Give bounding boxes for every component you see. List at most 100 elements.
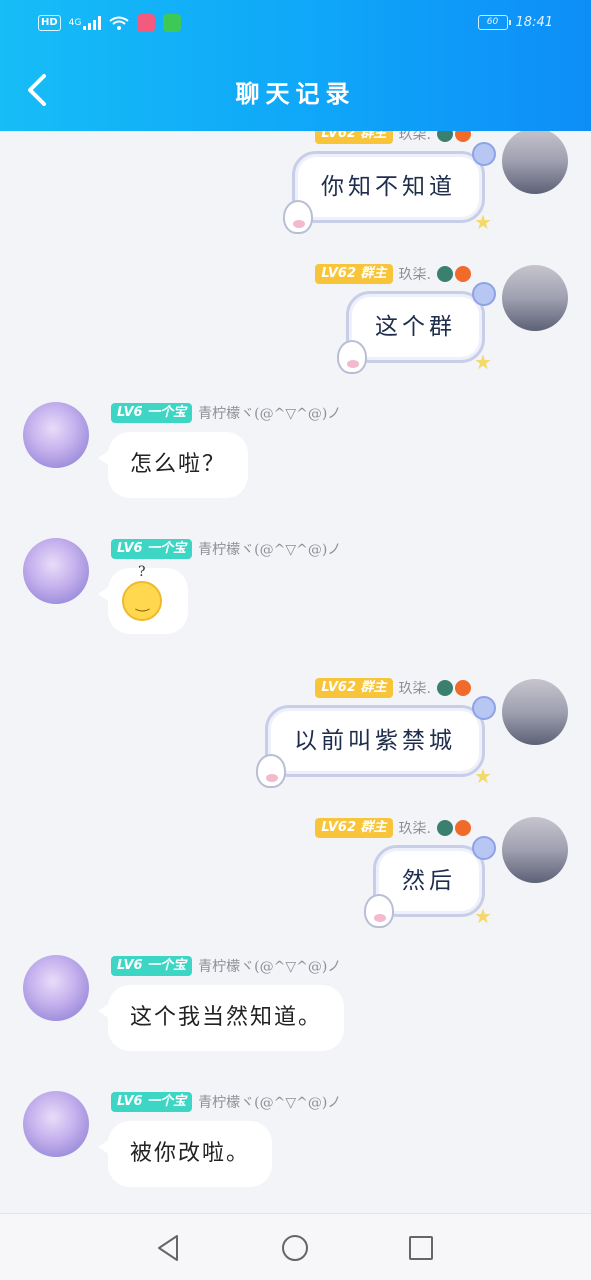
role-text: 群主 bbox=[360, 680, 387, 695]
role-text: 一个宝 bbox=[147, 958, 187, 973]
signal-icon bbox=[83, 16, 102, 30]
app-header: HD 4G 60 18:41 聊天记录 bbox=[0, 0, 591, 131]
level-badge: LV62 群主 bbox=[315, 264, 393, 284]
status-bar: HD 4G 60 18:41 bbox=[0, 0, 591, 50]
message-text: 这个群 bbox=[375, 314, 456, 340]
star-sticker-icon: ★ bbox=[474, 904, 496, 928]
bunny-sticker-icon bbox=[337, 340, 367, 374]
confused-face-emoji-icon bbox=[122, 565, 162, 621]
level-text: LV6 bbox=[117, 958, 143, 973]
avatar[interactable] bbox=[502, 265, 568, 331]
square-recents-icon[interactable] bbox=[405, 1232, 437, 1264]
star-sticker-icon: ★ bbox=[474, 210, 496, 234]
level-badge: LV6 一个宝 bbox=[111, 956, 193, 976]
chat-message: LV62 群主 玖柒. 然后 ★ bbox=[0, 817, 591, 937]
app-icon-pink bbox=[137, 14, 156, 32]
sender-name: 青柠檬ヾ(@^▽^@)ノ bbox=[198, 959, 342, 975]
planet-sticker-icon bbox=[472, 282, 496, 306]
planet-sticker-icon bbox=[472, 142, 496, 166]
message-text: 然后 bbox=[402, 868, 456, 894]
chat-message: LV6 一个宝 青柠檬ヾ(@^▽^@)ノ bbox=[0, 538, 591, 648]
level-badge: LV6 一个宝 bbox=[111, 539, 193, 559]
message-bubble[interactable]: 这个我当然知道。 bbox=[97, 985, 345, 1051]
avatar[interactable] bbox=[502, 817, 568, 883]
sender-meta: LV6 一个宝 青柠檬ヾ(@^▽^@)ノ bbox=[111, 538, 341, 560]
status-left: HD 4G bbox=[38, 14, 182, 32]
bunny-sticker-icon bbox=[364, 894, 394, 928]
role-text: 群主 bbox=[360, 131, 387, 141]
clock: 18:41 bbox=[515, 15, 553, 30]
sender-meta: LV62 群主 玖柒. bbox=[315, 263, 471, 285]
role-text: 一个宝 bbox=[147, 541, 187, 556]
network-label: 4G bbox=[68, 18, 82, 28]
level-text: LV62 bbox=[321, 266, 356, 281]
level-text: LV6 bbox=[117, 541, 143, 556]
chat-message: LV6 一个宝 青柠檬ヾ(@^▽^@)ノ 被你改啦。 bbox=[0, 1091, 591, 1201]
sender-meta: LV6 一个宝 青柠檬ヾ(@^▽^@)ノ bbox=[111, 955, 341, 977]
message-bubble[interactable]: 被你改啦。 bbox=[97, 1121, 273, 1187]
level-badge: LV62 群主 bbox=[315, 818, 393, 838]
chat-message: LV6 一个宝 青柠檬ヾ(@^▽^@)ノ 怎么啦？ bbox=[0, 402, 591, 512]
level-badge: LV62 群主 bbox=[315, 678, 393, 698]
bunny-sticker-icon bbox=[256, 754, 286, 788]
sender-meta: LV62 群主 玖柒. bbox=[315, 677, 471, 699]
message-bubble[interactable]: 怎么啦？ bbox=[97, 432, 249, 498]
avatar[interactable] bbox=[502, 131, 568, 194]
decoration-icons bbox=[437, 820, 471, 836]
hd-icon: HD bbox=[38, 15, 61, 31]
app-icon-green bbox=[163, 14, 182, 32]
sender-name: 玖柒. bbox=[398, 267, 431, 283]
title-bar: 聊天记录 bbox=[0, 56, 591, 126]
role-text: 群主 bbox=[360, 266, 387, 281]
level-text: LV62 bbox=[321, 131, 356, 141]
sender-meta: LV6 一个宝 青柠檬ヾ(@^▽^@)ノ bbox=[111, 1091, 341, 1113]
page-title: 聊天记录 bbox=[235, 79, 356, 108]
avatar[interactable] bbox=[23, 1091, 89, 1157]
sender-meta: LV6 一个宝 青柠檬ヾ(@^▽^@)ノ bbox=[111, 402, 341, 424]
chat-message: LV62 群主 玖柒. 以前叫紫禁城 ★ bbox=[0, 677, 591, 797]
circle-home-icon[interactable] bbox=[279, 1232, 311, 1264]
planet-sticker-icon bbox=[472, 836, 496, 860]
message-bubble[interactable] bbox=[98, 565, 188, 634]
sender-name: 青柠檬ヾ(@^▽^@)ノ bbox=[198, 542, 342, 558]
role-text: 群主 bbox=[360, 820, 387, 835]
level-text: LV62 bbox=[321, 820, 356, 835]
wifi-icon bbox=[109, 16, 129, 30]
planet-sticker-icon bbox=[472, 696, 496, 720]
decoration-icons bbox=[437, 680, 471, 696]
avatar[interactable] bbox=[502, 679, 568, 745]
message-text: 你知不知道 bbox=[321, 174, 456, 200]
sender-name: 青柠檬ヾ(@^▽^@)ノ bbox=[198, 1095, 342, 1111]
star-sticker-icon: ★ bbox=[474, 350, 496, 374]
level-badge: LV6 一个宝 bbox=[111, 403, 193, 423]
chat-history[interactable]: LV62 群主 玖柒. 你知不知道 ★ LV62 群主 玖柒. 这个群 ★ LV bbox=[0, 131, 591, 1213]
sender-meta: LV62 群主 玖柒. bbox=[315, 817, 471, 839]
battery-icon: 60 bbox=[477, 15, 511, 30]
avatar[interactable] bbox=[23, 402, 89, 468]
triangle-back-icon[interactable] bbox=[153, 1232, 185, 1264]
role-text: 一个宝 bbox=[147, 405, 187, 420]
message-bubble[interactable]: 然后 ★ bbox=[364, 836, 496, 928]
level-badge: LV62 群主 bbox=[315, 131, 393, 144]
level-text: LV62 bbox=[321, 680, 356, 695]
role-text: 一个宝 bbox=[147, 1094, 187, 1109]
avatar[interactable] bbox=[23, 538, 89, 604]
level-text: LV6 bbox=[117, 405, 143, 420]
message-bubble[interactable]: 你知不知道 ★ bbox=[283, 142, 496, 234]
level-badge: LV6 一个宝 bbox=[111, 1092, 193, 1112]
star-sticker-icon: ★ bbox=[474, 764, 496, 788]
sender-name: 玖柒. bbox=[398, 131, 431, 143]
system-nav-bar bbox=[0, 1213, 591, 1280]
chat-message: LV62 群主 玖柒. 你知不知道 ★ bbox=[0, 131, 591, 243]
sender-name: 玖柒. bbox=[398, 681, 431, 697]
message-text: 以前叫紫禁城 bbox=[294, 728, 456, 754]
sender-meta: LV62 群主 玖柒. bbox=[315, 131, 471, 145]
sender-name: 玖柒. bbox=[398, 821, 431, 837]
message-bubble[interactable]: 以前叫紫禁城 ★ bbox=[256, 696, 496, 788]
chat-message: LV62 群主 玖柒. 这个群 ★ bbox=[0, 263, 591, 383]
avatar[interactable] bbox=[23, 955, 89, 1021]
decoration-icons bbox=[437, 266, 471, 282]
bunny-sticker-icon bbox=[283, 200, 313, 234]
message-bubble[interactable]: 这个群 ★ bbox=[337, 282, 496, 374]
decoration-icons bbox=[437, 131, 471, 142]
